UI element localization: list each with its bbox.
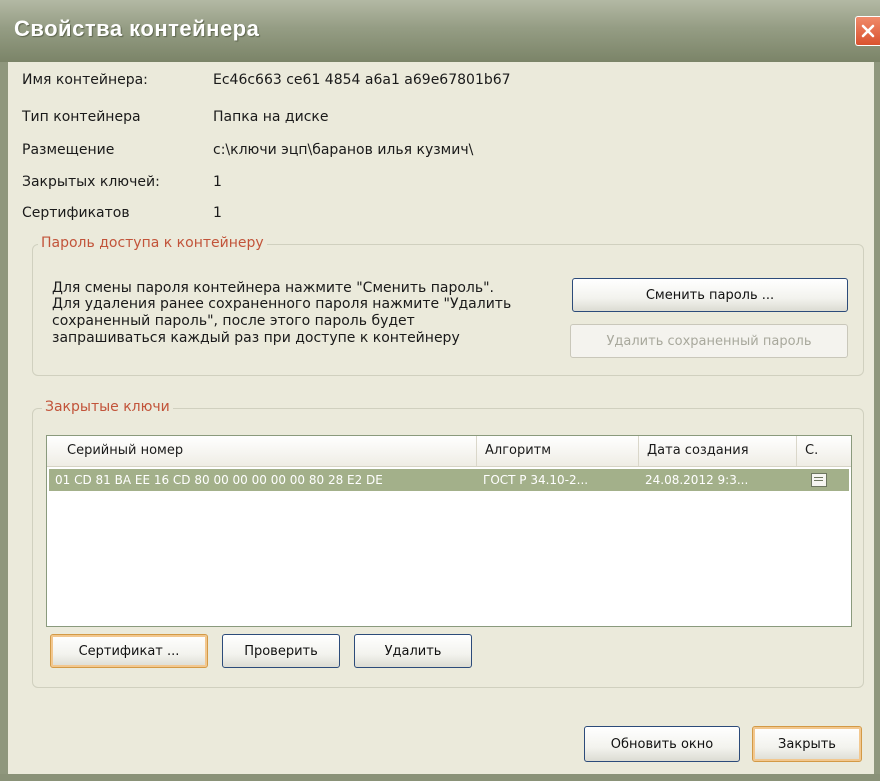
container-type-label: Тип контейнера [22,109,141,125]
password-group-legend: Пароль доступа к контейнеру [38,235,267,251]
certificates-count-label: Сертификатов [22,205,130,221]
password-hint-line-3: сохраненный пароль", после этого пароль … [52,313,415,329]
certificates-count-value: 1 [213,205,222,221]
container-name-label: Имя контейнера: [22,72,148,88]
column-certificate[interactable]: С. [797,436,851,466]
private-keys-list[interactable]: Серийный номер Алгоритм Дата создания С.… [46,435,852,627]
window-frame-left [0,62,8,774]
certificate-button[interactable]: Сертификат ... [50,634,208,668]
window-title: Свойства контейнера [14,16,260,41]
table-row[interactable]: 01 CD 81 BA EE 16 CD 80 00 00 00 00 00 8… [49,469,849,491]
password-hint-line-4: запрашиваться каждый раз при доступе к к… [52,330,460,346]
serial-number-cell: 01 CD 81 BA EE 16 CD 80 00 00 00 00 00 8… [55,473,383,487]
refresh-window-button[interactable]: Обновить окно [584,726,740,762]
title-bar[interactable]: Свойства контейнера [0,0,880,62]
column-serial-number[interactable]: Серийный номер [47,436,477,466]
private-keys-count-value: 1 [213,174,222,190]
algorithm-cell: ГОСТ Р 34.10-2... [483,473,589,487]
creation-date-cell: 24.08.2012 9:3... [645,473,749,487]
window-frame-bottom [0,774,880,781]
list-header: Серийный номер Алгоритм Дата создания С. [47,436,851,467]
certificate-icon[interactable] [811,473,827,487]
close-window-button[interactable] [855,16,880,46]
column-creation-date[interactable]: Дата создания [639,436,797,466]
container-name-value: Ec46c663 ce61 4854 a6a1 a69e67801b67 [213,72,511,88]
container-properties-dialog: Свойства контейнера Имя контейнера: Ec46… [0,0,880,781]
password-hint-line-1: Для смены пароля контейнера нажмите "Сме… [52,280,495,296]
location-label: Размещение [22,142,115,158]
delete-key-button[interactable]: Удалить [354,634,472,668]
container-type-value: Папка на диске [213,109,329,125]
private-keys-group-legend: Закрытые ключи [42,399,173,415]
verify-button[interactable]: Проверить [222,634,340,668]
close-icon [861,24,875,38]
close-button[interactable]: Закрыть [752,726,862,762]
column-algorithm[interactable]: Алгоритм [477,436,639,466]
location-value: c:\ключи эцп\баранов илья кузмич\ [213,142,474,158]
delete-saved-password-button[interactable]: Удалить сохраненный пароль [570,324,848,358]
window-frame-right [874,62,880,774]
change-password-button[interactable]: Сменить пароль ... [572,278,848,312]
password-hint-line-2: Для удаления ранее сохраненного пароля н… [52,296,512,312]
private-keys-count-label: Закрытых ключей: [22,174,160,190]
